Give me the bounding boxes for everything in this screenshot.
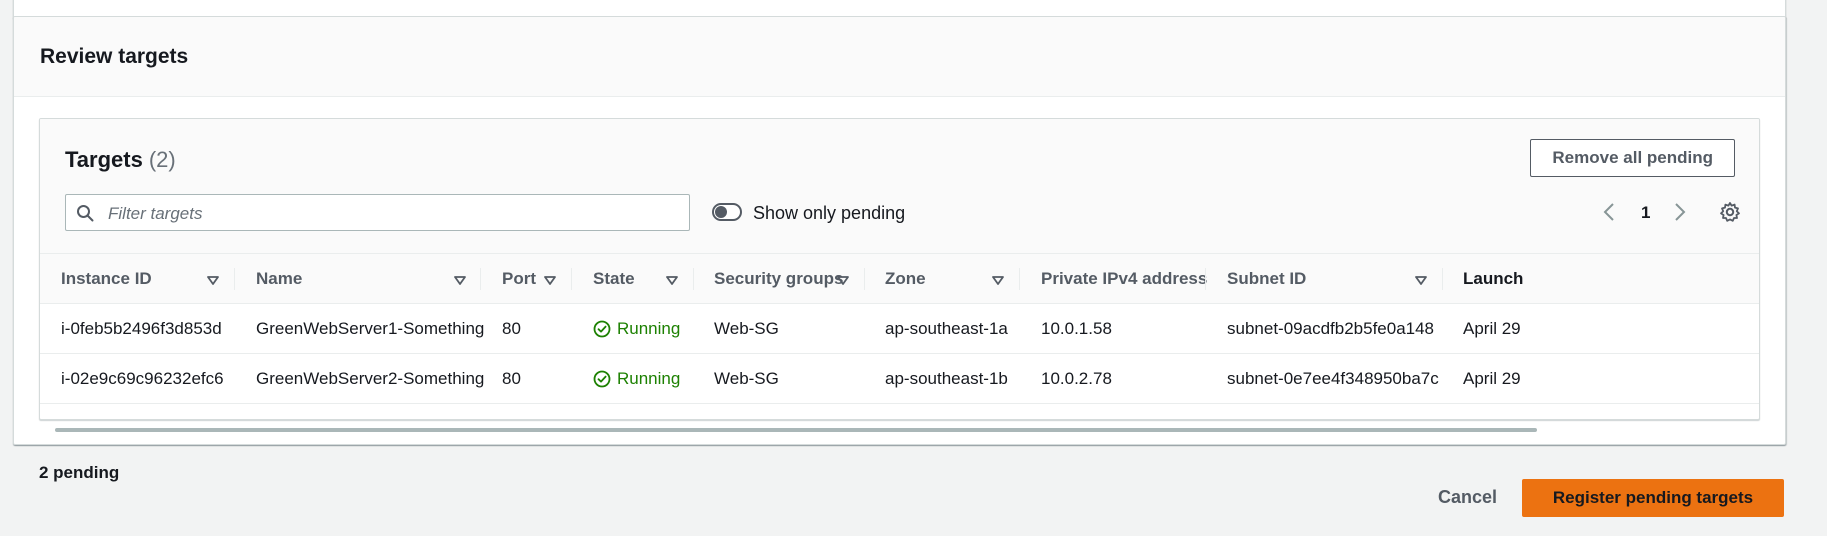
table-header-row: Instance ID Name Port State Security gro… (40, 254, 1759, 304)
cell-ipv4: 10.0.1.58 (1041, 319, 1112, 338)
cell-ipv4: 10.0.2.78 (1041, 369, 1112, 388)
search-icon (76, 204, 94, 227)
targets-table-header: Targets(2) Remove all pending Show only … (40, 119, 1759, 254)
cell-launch: April 29 (1463, 369, 1521, 388)
cell-port: 80 (502, 319, 521, 338)
review-targets-panel: Review targets Targets (2) Remove all pen… (13, 16, 1786, 445)
targets-heading: Targets (2) (65, 147, 176, 173)
targets-table-container: Targets(2) Remove all pending Show only … (39, 118, 1760, 420)
chevron-right-icon[interactable] (1673, 202, 1687, 227)
toggle-knob (715, 206, 727, 218)
column-divider[interactable] (480, 268, 481, 290)
column-divider[interactable] (864, 268, 865, 290)
gear-icon[interactable] (1719, 201, 1741, 228)
cell-zone: ap-southeast-1b (885, 369, 1008, 388)
cell-security-groups: Web-SG (714, 319, 779, 338)
column-header-instance-id[interactable]: Instance ID (61, 269, 152, 289)
check-circle-icon (593, 320, 611, 338)
cell-security-groups: Web-SG (714, 369, 779, 388)
targets-title-text: Targets (65, 147, 143, 172)
cell-instance-id: i-02e9c69c96232efc6 (61, 369, 224, 388)
column-header-security-groups[interactable]: Security groups (714, 269, 843, 289)
chevron-left-icon[interactable] (1602, 202, 1616, 227)
cell-instance-id: i-0feb5b2496f3d853d (61, 319, 222, 338)
sort-icon[interactable] (666, 273, 678, 291)
cancel-button[interactable]: Cancel (1418, 478, 1517, 516)
column-divider[interactable] (234, 268, 235, 290)
targets-table: Instance ID Name Port State Security gro… (40, 254, 1759, 404)
sort-icon[interactable] (992, 273, 1004, 291)
table-row[interactable]: i-02e9c69c96232efc6 GreenWebServer2-Some… (40, 354, 1759, 404)
column-header-name[interactable]: Name (256, 269, 302, 289)
column-divider[interactable] (1442, 268, 1443, 290)
filter-targets-input[interactable] (106, 195, 670, 232)
sort-icon[interactable] (544, 273, 556, 291)
column-header-port[interactable]: Port (502, 269, 536, 289)
sort-icon[interactable] (207, 273, 219, 291)
check-circle-icon (593, 370, 611, 388)
table-row[interactable]: i-0feb5b2496f3d853d GreenWebServer1-Some… (40, 304, 1759, 354)
cell-state: Running (593, 369, 680, 389)
cell-zone: ap-southeast-1a (885, 319, 1008, 338)
column-header-private-ipv4[interactable]: Private IPv4 address (1041, 269, 1207, 289)
cell-launch: April 29 (1463, 319, 1521, 338)
sort-icon[interactable] (454, 273, 466, 291)
column-header-subnet-id[interactable]: Subnet ID (1227, 269, 1306, 289)
remove-all-pending-button[interactable]: Remove all pending (1530, 139, 1735, 177)
state-text: Running (617, 369, 681, 388)
filter-targets-field[interactable] (65, 194, 690, 232)
column-header-launch[interactable]: Launch (1463, 269, 1523, 289)
column-divider[interactable] (1205, 268, 1206, 290)
cell-name: GreenWebServer2-Something (256, 369, 485, 388)
review-targets-title: Review targets (40, 45, 189, 68)
cell-port: 80 (502, 369, 521, 388)
cell-subnet-id: subnet-09acdfb2b5fe0a148 (1227, 319, 1435, 338)
cell-subnet-id: subnet-0e7ee4f348950ba7c (1227, 369, 1439, 388)
review-targets-header: Review targets (14, 17, 1785, 97)
column-divider[interactable] (693, 268, 694, 290)
column-header-state[interactable]: State (593, 269, 635, 289)
current-page-number[interactable]: 1 (1641, 203, 1650, 223)
state-text: Running (617, 319, 681, 338)
column-divider[interactable] (571, 268, 572, 290)
column-header-zone[interactable]: Zone (885, 269, 926, 289)
sort-icon[interactable] (837, 273, 849, 291)
targets-count: (2) (148, 147, 176, 172)
cell-state: Running (593, 319, 680, 339)
show-only-pending-label: Show only pending (753, 203, 906, 223)
sort-icon[interactable] (1415, 273, 1427, 291)
pending-count: 2 pending (39, 463, 120, 482)
show-only-pending-toggle[interactable] (712, 203, 742, 221)
column-divider[interactable] (1019, 268, 1020, 290)
cell-name: GreenWebServer1-Something (256, 319, 485, 338)
horizontal-scrollbar[interactable] (55, 428, 1537, 432)
register-pending-targets-button[interactable]: Register pending targets (1522, 479, 1784, 517)
